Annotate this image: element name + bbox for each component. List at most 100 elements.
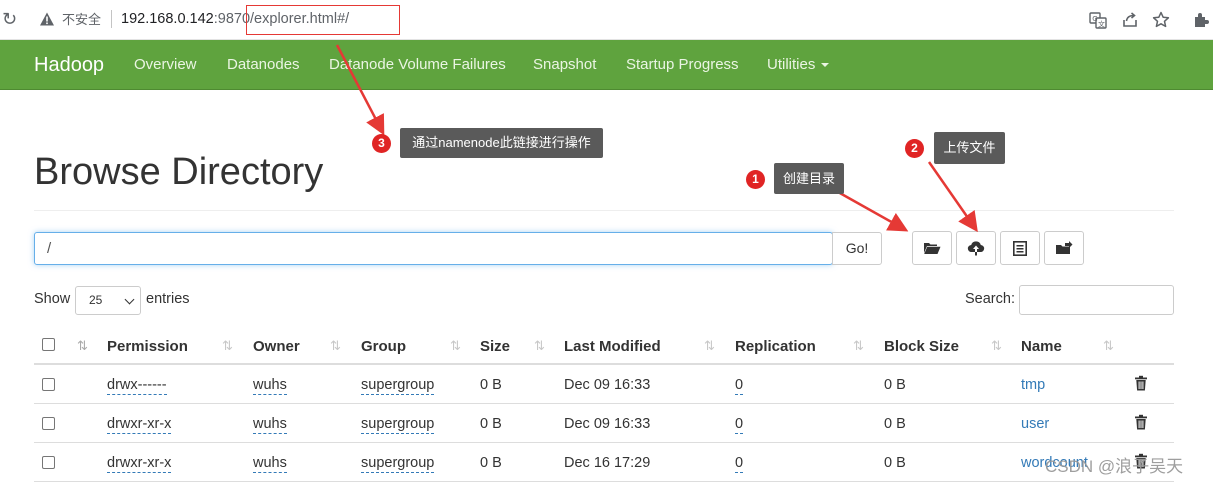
replication-cell[interactable]: 0 xyxy=(735,454,744,473)
trash-icon[interactable] xyxy=(1134,375,1148,391)
sort-icon[interactable]: ⇅ xyxy=(853,337,864,355)
size-cell: 0 B xyxy=(480,377,502,393)
replication-cell[interactable]: 0 xyxy=(735,376,744,395)
permission-cell[interactable]: drwxr-xr-x xyxy=(107,415,172,434)
table-header: ⇅ Permission ⇅ Owner ⇅ Group ⇅ Size ⇅ La… xyxy=(34,326,1174,365)
page-title: Browse Directory xyxy=(34,151,324,193)
title-divider xyxy=(34,210,1174,211)
select-all-checkbox[interactable] xyxy=(42,338,55,351)
nav-utilities[interactable]: Utilities xyxy=(767,56,830,74)
nav-utilities-label: Utilities xyxy=(767,56,816,73)
warning-icon[interactable] xyxy=(39,11,55,27)
table-row: drwxr-xr-x wuhs supergroup 0 B Dec 16 17… xyxy=(34,443,1174,482)
cut-paste-button[interactable] xyxy=(1044,231,1084,265)
entries-label: entries xyxy=(146,291,190,307)
permission-cell[interactable]: drwx------ xyxy=(107,376,167,395)
translate-icon[interactable]: G 文 xyxy=(1088,10,1108,30)
directory-path-input[interactable]: / xyxy=(34,232,833,265)
bookmark-star-icon[interactable] xyxy=(1151,10,1171,30)
nav-snapshot[interactable]: Snapshot xyxy=(533,56,596,74)
block-size-cell: 0 B xyxy=(884,377,906,393)
nav-startup-progress[interactable]: Startup Progress xyxy=(626,56,739,74)
caret-down-icon xyxy=(821,63,830,68)
reload-icon[interactable]: ↻ xyxy=(2,9,20,29)
folder-move-icon xyxy=(1056,241,1073,254)
callout-badge-1: 1 xyxy=(746,170,765,189)
block-size-cell: 0 B xyxy=(884,455,906,471)
cloud-upload-icon xyxy=(967,241,985,256)
group-cell[interactable]: supergroup xyxy=(361,415,435,434)
callout-mkdir-tip: 创建目录 xyxy=(774,163,844,194)
name-link[interactable]: tmp xyxy=(1021,376,1045,394)
replication-cell[interactable]: 0 xyxy=(735,415,744,434)
create-directory-button[interactable] xyxy=(912,231,952,265)
extensions-icon[interactable] xyxy=(1191,10,1211,30)
upload-files-button[interactable] xyxy=(956,231,996,265)
table-row: drwxr-xr-x wuhs supergroup 0 B Dec 09 16… xyxy=(34,404,1174,443)
entries-value: 25 xyxy=(89,293,103,307)
search-input[interactable] xyxy=(1019,285,1174,315)
callout-upload-tip: 上传文件 xyxy=(934,132,1005,164)
list-icon xyxy=(1013,240,1027,256)
col-size[interactable]: Size xyxy=(480,338,510,356)
col-permission[interactable]: Permission xyxy=(107,338,188,356)
modified-cell: Dec 16 17:29 xyxy=(564,455,651,471)
group-cell[interactable]: supergroup xyxy=(361,454,435,473)
nav-datanode-volume-failures[interactable]: Datanode Volume Failures xyxy=(329,56,506,74)
entries-select[interactable]: 25 xyxy=(75,286,141,315)
browser-address-bar: ↻ 不安全 192.168.0.142:9870/explorer.html#/… xyxy=(0,0,1213,40)
size-cell: 0 B xyxy=(480,416,502,432)
chevron-down-icon xyxy=(124,294,135,305)
sort-icon[interactable]: ⇅ xyxy=(450,337,461,355)
arrow-to-upload xyxy=(927,161,978,233)
svg-text:文: 文 xyxy=(1098,20,1105,29)
show-label: Show xyxy=(34,291,71,307)
row-checkbox[interactable] xyxy=(42,456,55,469)
share-icon[interactable] xyxy=(1120,10,1140,30)
owner-cell[interactable]: wuhs xyxy=(253,454,287,473)
insecure-label[interactable]: 不安全 xyxy=(62,11,101,28)
trash-icon[interactable] xyxy=(1134,414,1148,430)
table-row: drwx------ wuhs supergroup 0 B Dec 09 16… xyxy=(34,365,1174,404)
svg-text:G: G xyxy=(1092,15,1097,23)
folder-open-icon xyxy=(924,243,941,254)
top-navbar: Hadoop Overview Datanodes Datanode Volum… xyxy=(0,40,1213,90)
owner-cell[interactable]: wuhs xyxy=(253,376,287,395)
callout-url-tip: 通过namenode此链接进行操作 xyxy=(400,128,603,158)
nav-overview[interactable]: Overview xyxy=(134,56,197,74)
address-divider xyxy=(111,10,112,28)
modified-cell: Dec 09 16:33 xyxy=(564,416,651,432)
row-checkbox[interactable] xyxy=(42,417,55,430)
sort-icon[interactable]: ⇅ xyxy=(222,337,233,355)
modified-cell: Dec 09 16:33 xyxy=(564,377,651,393)
col-group[interactable]: Group xyxy=(361,338,406,356)
sort-icon[interactable]: ⇅ xyxy=(77,337,88,355)
watermark: CSDN @浪子吴天 xyxy=(1045,457,1184,476)
size-cell: 0 B xyxy=(480,455,502,471)
sort-icon[interactable]: ⇅ xyxy=(330,337,341,355)
list-view-button[interactable] xyxy=(1000,231,1040,265)
row-checkbox[interactable] xyxy=(42,378,55,391)
nav-datanodes[interactable]: Datanodes xyxy=(227,56,300,74)
col-replication[interactable]: Replication xyxy=(735,338,816,356)
owner-cell[interactable]: wuhs xyxy=(253,415,287,434)
col-last-modified[interactable]: Last Modified xyxy=(564,338,661,356)
group-cell[interactable]: supergroup xyxy=(361,376,435,395)
brand-logo[interactable]: Hadoop xyxy=(34,53,104,77)
url-host: 192.168.0.142 xyxy=(121,11,214,27)
go-button[interactable]: Go! xyxy=(832,232,882,265)
url-annotation-box xyxy=(246,5,400,35)
sort-icon[interactable]: ⇅ xyxy=(1103,337,1114,355)
url-port: :9870 xyxy=(213,11,251,27)
sort-icon[interactable]: ⇅ xyxy=(534,337,545,355)
col-name[interactable]: Name xyxy=(1021,338,1062,356)
callout-badge-2: 2 xyxy=(905,139,924,158)
sort-icon[interactable]: ⇅ xyxy=(704,337,715,355)
callout-badge-3: 3 xyxy=(372,134,391,153)
permission-cell[interactable]: drwxr-xr-x xyxy=(107,454,172,473)
name-link[interactable]: user xyxy=(1021,415,1049,433)
col-block-size[interactable]: Block Size xyxy=(884,338,959,356)
sort-icon[interactable]: ⇅ xyxy=(991,337,1002,355)
col-owner[interactable]: Owner xyxy=(253,338,300,356)
search-label: Search: xyxy=(965,291,1015,307)
